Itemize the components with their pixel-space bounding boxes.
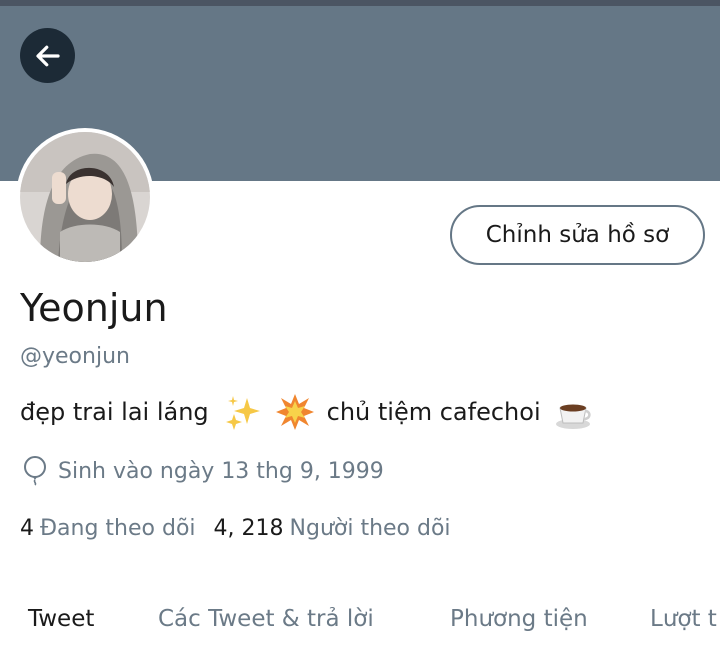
tab-likes[interactable]: Lượt t bbox=[650, 600, 717, 632]
profile-bio: đẹp trai lai láng chủ tiệm cafechoi bbox=[20, 392, 599, 432]
sparkles-icon bbox=[223, 392, 263, 432]
birthday-text: Sinh vào ngày 13 thg 9, 1999 bbox=[58, 458, 384, 484]
followers-label[interactable]: Người theo dõi bbox=[290, 516, 451, 541]
collision-icon bbox=[275, 392, 315, 432]
follow-stats: 4 Đang theo dõi 4, 218 Người theo dõi bbox=[20, 516, 469, 541]
balloon-icon bbox=[22, 456, 48, 486]
profile-photo bbox=[20, 132, 150, 262]
edit-profile-button[interactable]: Chỉnh sửa hồ sơ bbox=[450, 205, 705, 265]
coffee-cup-icon bbox=[553, 392, 593, 432]
arrow-left-icon bbox=[35, 45, 60, 66]
bio-text-1: đẹp trai lai láng bbox=[20, 398, 209, 426]
avatar[interactable] bbox=[16, 128, 154, 266]
profile-tabs: Tweet Các Tweet & trả lời Phương tiện Lư… bbox=[0, 600, 720, 656]
following-count[interactable]: 4 bbox=[20, 516, 34, 541]
birthday-row: Sinh vào ngày 13 thg 9, 1999 bbox=[22, 456, 384, 486]
tab-tweets-and-replies[interactable]: Các Tweet & trả lời bbox=[158, 600, 374, 632]
tab-tweets[interactable]: Tweet bbox=[28, 600, 94, 632]
bio-text-2: chủ tiệm cafechoi bbox=[326, 398, 541, 426]
followers-count[interactable]: 4, 218 bbox=[214, 516, 284, 541]
following-label[interactable]: Đang theo dõi bbox=[40, 516, 196, 541]
tab-media[interactable]: Phương tiện bbox=[450, 600, 588, 632]
profile-handle: @yeonjun bbox=[20, 344, 130, 369]
profile-name: Yeonjun bbox=[20, 286, 168, 330]
back-button[interactable] bbox=[20, 28, 75, 83]
